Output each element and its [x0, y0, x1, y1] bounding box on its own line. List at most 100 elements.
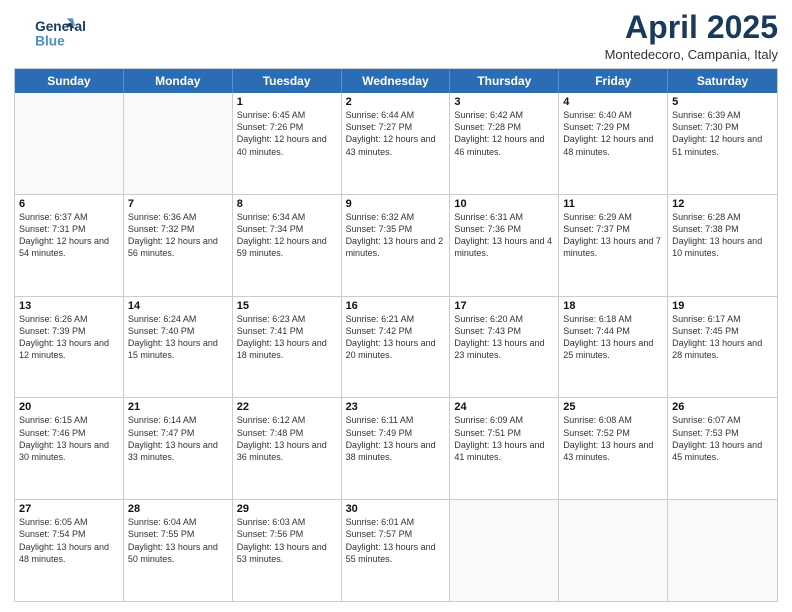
calendar-cell: [450, 500, 559, 601]
day-number: 22: [237, 401, 337, 413]
sun-info: Sunrise: 6:45 AMSunset: 7:26 PMDaylight:…: [237, 109, 337, 158]
page: General Blue April 2025 Montedecoro, Cam…: [0, 0, 792, 612]
calendar-week-4: 20Sunrise: 6:15 AMSunset: 7:46 PMDayligh…: [15, 398, 777, 500]
day-number: 24: [454, 401, 554, 413]
sun-info: Sunrise: 6:17 AMSunset: 7:45 PMDaylight:…: [672, 313, 773, 362]
day-number: 4: [563, 96, 663, 108]
sun-info: Sunrise: 6:01 AMSunset: 7:57 PMDaylight:…: [346, 516, 446, 565]
calendar-cell: 29Sunrise: 6:03 AMSunset: 7:56 PMDayligh…: [233, 500, 342, 601]
day-number: 19: [672, 300, 773, 312]
calendar-week-5: 27Sunrise: 6:05 AMSunset: 7:54 PMDayligh…: [15, 500, 777, 601]
sun-info: Sunrise: 6:32 AMSunset: 7:35 PMDaylight:…: [346, 211, 446, 260]
calendar-cell: 16Sunrise: 6:21 AMSunset: 7:42 PMDayligh…: [342, 297, 451, 398]
sun-info: Sunrise: 6:44 AMSunset: 7:27 PMDaylight:…: [346, 109, 446, 158]
calendar-header-row: SundayMondayTuesdayWednesdayThursdayFrid…: [15, 69, 777, 93]
svg-text:Blue: Blue: [35, 34, 65, 49]
logo: General Blue: [14, 10, 94, 52]
svg-text:General: General: [35, 19, 86, 34]
calendar-cell: 19Sunrise: 6:17 AMSunset: 7:45 PMDayligh…: [668, 297, 777, 398]
calendar-cell: 1Sunrise: 6:45 AMSunset: 7:26 PMDaylight…: [233, 93, 342, 194]
calendar-cell: [668, 500, 777, 601]
day-number: 20: [19, 401, 119, 413]
day-number: 2: [346, 96, 446, 108]
day-number: 12: [672, 198, 773, 210]
day-number: 5: [672, 96, 773, 108]
header-day-saturday: Saturday: [668, 69, 777, 93]
calendar-cell: 13Sunrise: 6:26 AMSunset: 7:39 PMDayligh…: [15, 297, 124, 398]
calendar-cell: 2Sunrise: 6:44 AMSunset: 7:27 PMDaylight…: [342, 93, 451, 194]
day-number: 16: [346, 300, 446, 312]
sun-info: Sunrise: 6:05 AMSunset: 7:54 PMDaylight:…: [19, 516, 119, 565]
calendar-week-3: 13Sunrise: 6:26 AMSunset: 7:39 PMDayligh…: [15, 297, 777, 399]
sun-info: Sunrise: 6:34 AMSunset: 7:34 PMDaylight:…: [237, 211, 337, 260]
sun-info: Sunrise: 6:42 AMSunset: 7:28 PMDaylight:…: [454, 109, 554, 158]
calendar-cell: 11Sunrise: 6:29 AMSunset: 7:37 PMDayligh…: [559, 195, 668, 296]
calendar-cell: [15, 93, 124, 194]
day-number: 17: [454, 300, 554, 312]
sun-info: Sunrise: 6:24 AMSunset: 7:40 PMDaylight:…: [128, 313, 228, 362]
day-number: 1: [237, 96, 337, 108]
sun-info: Sunrise: 6:18 AMSunset: 7:44 PMDaylight:…: [563, 313, 663, 362]
sun-info: Sunrise: 6:21 AMSunset: 7:42 PMDaylight:…: [346, 313, 446, 362]
calendar-cell: 20Sunrise: 6:15 AMSunset: 7:46 PMDayligh…: [15, 398, 124, 499]
calendar-week-2: 6Sunrise: 6:37 AMSunset: 7:31 PMDaylight…: [15, 195, 777, 297]
calendar-cell: 24Sunrise: 6:09 AMSunset: 7:51 PMDayligh…: [450, 398, 559, 499]
calendar-cell: 22Sunrise: 6:12 AMSunset: 7:48 PMDayligh…: [233, 398, 342, 499]
sun-info: Sunrise: 6:31 AMSunset: 7:36 PMDaylight:…: [454, 211, 554, 260]
calendar-cell: 17Sunrise: 6:20 AMSunset: 7:43 PMDayligh…: [450, 297, 559, 398]
day-number: 30: [346, 503, 446, 515]
calendar: SundayMondayTuesdayWednesdayThursdayFrid…: [14, 68, 778, 602]
sun-info: Sunrise: 6:04 AMSunset: 7:55 PMDaylight:…: [128, 516, 228, 565]
sun-info: Sunrise: 6:28 AMSunset: 7:38 PMDaylight:…: [672, 211, 773, 260]
calendar-cell: 9Sunrise: 6:32 AMSunset: 7:35 PMDaylight…: [342, 195, 451, 296]
header-day-sunday: Sunday: [15, 69, 124, 93]
day-number: 27: [19, 503, 119, 515]
sun-info: Sunrise: 6:20 AMSunset: 7:43 PMDaylight:…: [454, 313, 554, 362]
day-number: 13: [19, 300, 119, 312]
location-subtitle: Montedecoro, Campania, Italy: [605, 47, 778, 62]
calendar-cell: 5Sunrise: 6:39 AMSunset: 7:30 PMDaylight…: [668, 93, 777, 194]
sun-info: Sunrise: 6:29 AMSunset: 7:37 PMDaylight:…: [563, 211, 663, 260]
calendar-cell: 7Sunrise: 6:36 AMSunset: 7:32 PMDaylight…: [124, 195, 233, 296]
sun-info: Sunrise: 6:07 AMSunset: 7:53 PMDaylight:…: [672, 414, 773, 463]
day-number: 6: [19, 198, 119, 210]
sun-info: Sunrise: 6:11 AMSunset: 7:49 PMDaylight:…: [346, 414, 446, 463]
sun-info: Sunrise: 6:12 AMSunset: 7:48 PMDaylight:…: [237, 414, 337, 463]
header: General Blue April 2025 Montedecoro, Cam…: [14, 10, 778, 62]
sun-info: Sunrise: 6:08 AMSunset: 7:52 PMDaylight:…: [563, 414, 663, 463]
day-number: 29: [237, 503, 337, 515]
sun-info: Sunrise: 6:15 AMSunset: 7:46 PMDaylight:…: [19, 414, 119, 463]
calendar-cell: 21Sunrise: 6:14 AMSunset: 7:47 PMDayligh…: [124, 398, 233, 499]
calendar-cell: 23Sunrise: 6:11 AMSunset: 7:49 PMDayligh…: [342, 398, 451, 499]
day-number: 15: [237, 300, 337, 312]
day-number: 11: [563, 198, 663, 210]
day-number: 28: [128, 503, 228, 515]
day-number: 10: [454, 198, 554, 210]
sun-info: Sunrise: 6:37 AMSunset: 7:31 PMDaylight:…: [19, 211, 119, 260]
calendar-cell: 12Sunrise: 6:28 AMSunset: 7:38 PMDayligh…: [668, 195, 777, 296]
month-title: April 2025: [605, 10, 778, 45]
calendar-cell: 15Sunrise: 6:23 AMSunset: 7:41 PMDayligh…: [233, 297, 342, 398]
calendar-cell: [124, 93, 233, 194]
header-day-thursday: Thursday: [450, 69, 559, 93]
day-number: 14: [128, 300, 228, 312]
sun-info: Sunrise: 6:14 AMSunset: 7:47 PMDaylight:…: [128, 414, 228, 463]
calendar-cell: 14Sunrise: 6:24 AMSunset: 7:40 PMDayligh…: [124, 297, 233, 398]
day-number: 21: [128, 401, 228, 413]
header-day-tuesday: Tuesday: [233, 69, 342, 93]
header-day-monday: Monday: [124, 69, 233, 93]
calendar-cell: 27Sunrise: 6:05 AMSunset: 7:54 PMDayligh…: [15, 500, 124, 601]
calendar-cell: 26Sunrise: 6:07 AMSunset: 7:53 PMDayligh…: [668, 398, 777, 499]
day-number: 3: [454, 96, 554, 108]
header-day-friday: Friday: [559, 69, 668, 93]
day-number: 23: [346, 401, 446, 413]
calendar-cell: [559, 500, 668, 601]
day-number: 18: [563, 300, 663, 312]
day-number: 7: [128, 198, 228, 210]
calendar-cell: 10Sunrise: 6:31 AMSunset: 7:36 PMDayligh…: [450, 195, 559, 296]
calendar-cell: 6Sunrise: 6:37 AMSunset: 7:31 PMDaylight…: [15, 195, 124, 296]
day-number: 9: [346, 198, 446, 210]
sun-info: Sunrise: 6:40 AMSunset: 7:29 PMDaylight:…: [563, 109, 663, 158]
day-number: 8: [237, 198, 337, 210]
calendar-cell: 30Sunrise: 6:01 AMSunset: 7:57 PMDayligh…: [342, 500, 451, 601]
